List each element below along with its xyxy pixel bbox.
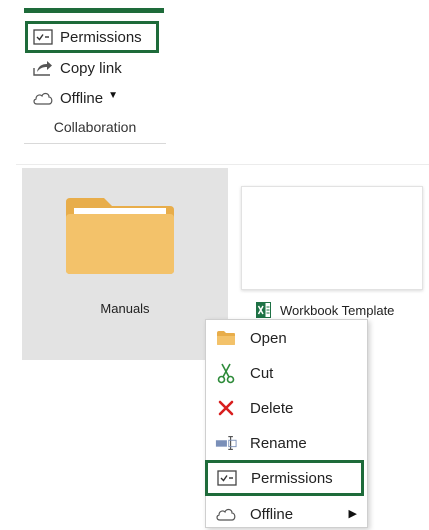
menu-item-label: Rename <box>250 434 307 452</box>
menu-item-open[interactable]: Open <box>206 322 367 354</box>
share-arrow-icon <box>30 57 56 79</box>
scissors-icon <box>215 362 237 384</box>
ribbon-group-label: Collaboration <box>53 119 137 135</box>
ribbon-copy-link-label: Copy link <box>60 59 122 77</box>
chevron-down-icon[interactable]: ▼ <box>108 90 118 101</box>
excel-file-icon <box>256 302 271 318</box>
ribbon-offline-button[interactable]: Offline ▼ <box>24 85 118 111</box>
ribbon-bottom-divider <box>24 143 166 144</box>
folder-icon <box>215 327 237 349</box>
menu-item-offline[interactable]: Offline ▶ <box>206 498 367 530</box>
menu-item-label: Permissions <box>251 469 333 487</box>
ribbon-collaboration-group: Permissions Copy link Offline ▼ Collabor… <box>24 13 166 143</box>
menu-item-label: Delete <box>250 399 294 417</box>
ribbon-permissions-button[interactable]: Permissions <box>25 21 159 53</box>
menu-item-label: Offline <box>250 505 294 523</box>
explorer-top-divider <box>16 164 429 165</box>
menu-item-rename[interactable]: Rename <box>206 427 367 459</box>
workbook-file-label: Workbook Template <box>280 302 395 318</box>
ribbon-copy-link-button[interactable]: Copy link <box>24 55 122 81</box>
ribbon-offline-label: Offline <box>60 89 104 107</box>
delete-x-icon <box>215 397 237 419</box>
cloud-icon <box>30 87 56 109</box>
ribbon-permissions-label: Permissions <box>60 28 142 46</box>
folder-icon <box>64 196 176 276</box>
menu-item-cut[interactable]: Cut <box>206 357 367 389</box>
cloud-icon <box>215 503 237 525</box>
menu-item-label: Open <box>250 329 287 347</box>
menu-item-permissions[interactable]: Permissions <box>205 460 364 496</box>
folder-tile-manuals[interactable]: Manuals <box>22 168 228 360</box>
workbook-file-label-row[interactable]: Workbook Template <box>256 300 394 320</box>
menu-item-delete[interactable]: Delete <box>206 392 367 424</box>
menu-item-label: Cut <box>250 364 274 382</box>
folder-label: Manuals <box>100 301 150 316</box>
workbook-thumbnail[interactable] <box>241 186 423 290</box>
context-menu: Open Cut Delete Rename Permissions Offli… <box>205 319 368 528</box>
permissions-icon <box>216 467 238 489</box>
chevron-right-icon: ▶ <box>348 508 357 520</box>
permissions-icon <box>30 26 56 48</box>
rename-icon <box>215 432 237 454</box>
